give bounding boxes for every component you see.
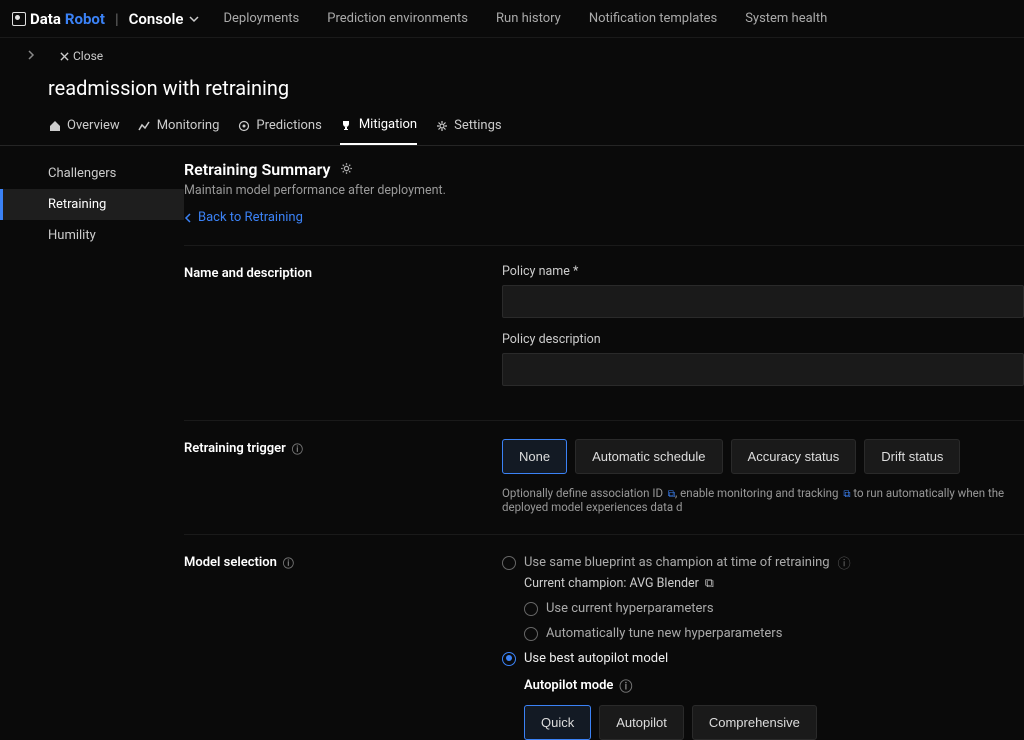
row-label-model-sel: Model selection ⓘ	[184, 553, 502, 740]
settings-gear-icon[interactable]	[340, 160, 353, 179]
info-icon[interactable]: ⓘ	[619, 676, 632, 695]
trigger-button-group: None Automatic schedule Accuracy status …	[502, 439, 1024, 474]
radio-auto-tune[interactable]: Automatically tune new hyperparameters	[524, 626, 1024, 641]
trigger-schedule-button[interactable]: Automatic schedule	[575, 439, 722, 474]
chevron-left-icon	[184, 213, 192, 223]
logo[interactable]: DataRobot	[12, 10, 105, 28]
radio-icon	[524, 627, 538, 641]
console-dropdown[interactable]: Console	[129, 10, 200, 28]
close-row: Close	[0, 38, 1024, 68]
topnav-system-health[interactable]: System health	[745, 11, 827, 26]
autopilot-mode-group: Quick Autopilot Comprehensive	[524, 705, 1024, 740]
sidenav-retraining[interactable]: Retraining	[0, 189, 184, 220]
current-champion-text: Current champion: AVG Blender ⧉	[524, 576, 1024, 591]
mode-autopilot-button[interactable]: Autopilot	[599, 705, 684, 740]
mitigation-sidenav: Challengers Retraining Humility	[0, 146, 184, 740]
topnav-prediction-envs[interactable]: Prediction environments	[327, 11, 468, 26]
radio-best-autopilot[interactable]: Use best autopilot model	[502, 651, 1024, 666]
section-subtitle: Maintain model performance after deploym…	[184, 183, 1024, 198]
policy-name-input[interactable]	[502, 285, 1024, 318]
tab-overview[interactable]: Overview	[48, 114, 120, 145]
target-icon	[237, 119, 250, 132]
divider: |	[115, 10, 119, 28]
topnav-run-history[interactable]: Run history	[496, 11, 561, 26]
radio-current-hyperparams[interactable]: Use current hyperparameters	[524, 601, 1024, 616]
policy-desc-label: Policy description	[502, 332, 1024, 347]
tab-settings[interactable]: Settings	[435, 114, 501, 145]
close-icon	[60, 52, 69, 61]
radio-icon	[502, 556, 516, 570]
logo-text-data: Data	[30, 10, 61, 28]
radio-same-blueprint[interactable]: Use same blueprint as champion at time o…	[502, 553, 1024, 572]
tab-monitoring[interactable]: Monitoring	[138, 114, 220, 145]
sidenav-challengers[interactable]: Challengers	[0, 158, 184, 189]
info-icon[interactable]: ⓘ	[292, 441, 303, 457]
row-model-selection: Model selection ⓘ Use same blueprint as …	[184, 534, 1024, 740]
content: Retraining Summary Maintain model perfor…	[184, 146, 1024, 740]
trigger-accuracy-button[interactable]: Accuracy status	[731, 439, 857, 474]
mode-quick-button[interactable]: Quick	[524, 705, 591, 740]
logo-icon	[12, 12, 26, 26]
gear-icon	[435, 119, 448, 132]
mode-comprehensive-button[interactable]: Comprehensive	[692, 705, 817, 740]
back-to-retraining-link[interactable]: Back to Retraining	[184, 210, 1024, 225]
section-title: Retraining Summary	[184, 160, 1024, 179]
topnav-notification-templates[interactable]: Notification templates	[589, 11, 717, 26]
home-icon	[48, 119, 61, 132]
tab-predictions[interactable]: Predictions	[237, 114, 321, 145]
trigger-drift-button[interactable]: Drift status	[864, 439, 960, 474]
row-name-description: Name and description Policy name * Polic…	[184, 245, 1024, 400]
tab-mitigation[interactable]: Mitigation	[340, 114, 417, 145]
topnav: DataRobot | Console Deployments Predicti…	[0, 0, 1024, 38]
tabs: Overview Monitoring Predictions Mitigati…	[0, 114, 1024, 146]
expand-sidebar-icon[interactable]	[26, 48, 36, 64]
main-area: Challengers Retraining Humility Retraini…	[0, 146, 1024, 740]
trigger-hint: Optionally define association ID ⧉, enab…	[502, 486, 1024, 514]
autopilot-mode-label: Autopilot mode ⓘ	[524, 676, 1024, 695]
row-label-name-desc: Name and description	[184, 264, 502, 400]
radio-icon	[524, 602, 538, 616]
chevron-down-icon	[189, 14, 199, 24]
external-link-icon: ⧉	[668, 489, 675, 500]
info-icon[interactable]: ⓘ	[283, 555, 294, 571]
policy-name-label: Policy name *	[502, 264, 1024, 279]
info-icon[interactable]: ⓘ	[838, 553, 851, 572]
topnav-deployments[interactable]: Deployments	[223, 11, 299, 26]
radio-icon	[502, 652, 516, 666]
trigger-none-button[interactable]: None	[502, 439, 567, 474]
close-button[interactable]: Close	[60, 49, 103, 63]
chart-icon	[138, 119, 151, 132]
page-title: readmission with retraining	[0, 68, 1024, 114]
external-link-icon[interactable]: ⧉	[705, 576, 714, 591]
trophy-icon	[340, 118, 353, 131]
association-id-link[interactable]: ⧉	[666, 486, 675, 500]
policy-description-input[interactable]	[502, 353, 1024, 386]
row-label-trigger: Retraining trigger ⓘ	[184, 439, 502, 514]
row-retraining-trigger: Retraining trigger ⓘ None Automatic sche…	[184, 420, 1024, 514]
logo-text-robot: Robot	[65, 10, 105, 28]
sidenav-humility[interactable]: Humility	[0, 220, 184, 251]
